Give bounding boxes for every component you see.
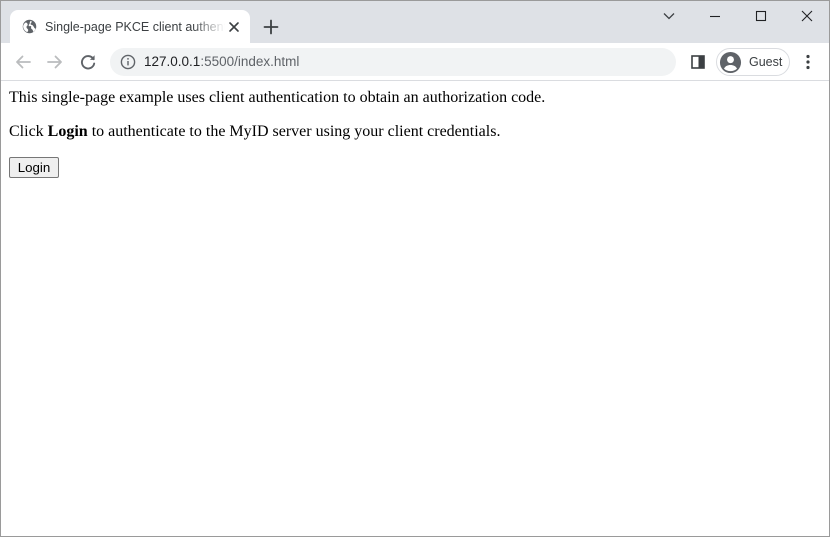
url-text[interactable]: 127.0.0.1:5500/index.html	[144, 48, 299, 76]
forward-arrow-icon[interactable]	[44, 51, 66, 73]
reload-icon[interactable]	[77, 51, 99, 73]
intro-paragraph: This single-page example uses client aut…	[9, 89, 546, 106]
login-button[interactable]: Login	[9, 157, 59, 178]
browser-window: Single-page PKCE client authentication	[0, 0, 830, 537]
tab-close-icon[interactable]	[225, 18, 243, 36]
window-close-icon[interactable]	[784, 1, 829, 31]
kebab-menu-icon[interactable]	[797, 51, 819, 73]
instruction-paragraph: Click Login to authenticate to the MyID …	[9, 123, 500, 141]
url-host: 127.0.0.1	[144, 54, 201, 69]
site-info-icon[interactable]	[120, 54, 136, 70]
address-bar[interactable]: 127.0.0.1:5500/index.html	[110, 48, 676, 76]
url-path: :5500/index.html	[200, 54, 300, 69]
tab-search-chevron-icon[interactable]	[646, 1, 692, 31]
instruction-prefix: Click	[9, 123, 48, 140]
back-arrow-icon[interactable]	[12, 51, 34, 73]
tab-strip: Single-page PKCE client authentication	[1, 1, 829, 43]
avatar-icon	[719, 51, 742, 74]
browser-tab[interactable]: Single-page PKCE client authentication	[10, 10, 250, 43]
profile-button[interactable]: Guest	[716, 48, 790, 76]
page-content: This single-page example uses client aut…	[1, 82, 829, 536]
new-tab-plus-icon[interactable]	[260, 16, 282, 38]
globe-icon	[22, 19, 37, 34]
tab-title: Single-page PKCE client authentication	[45, 20, 225, 34]
minimize-icon[interactable]	[692, 1, 738, 31]
browser-toolbar: 127.0.0.1:5500/index.html Guest	[1, 43, 829, 81]
instruction-bold-login: Login	[47, 123, 88, 140]
maximize-icon[interactable]	[738, 1, 784, 31]
side-panel-icon[interactable]	[687, 51, 709, 73]
profile-name: Guest	[749, 55, 783, 69]
instruction-suffix: to authenticate to the MyID server using…	[87, 123, 501, 140]
